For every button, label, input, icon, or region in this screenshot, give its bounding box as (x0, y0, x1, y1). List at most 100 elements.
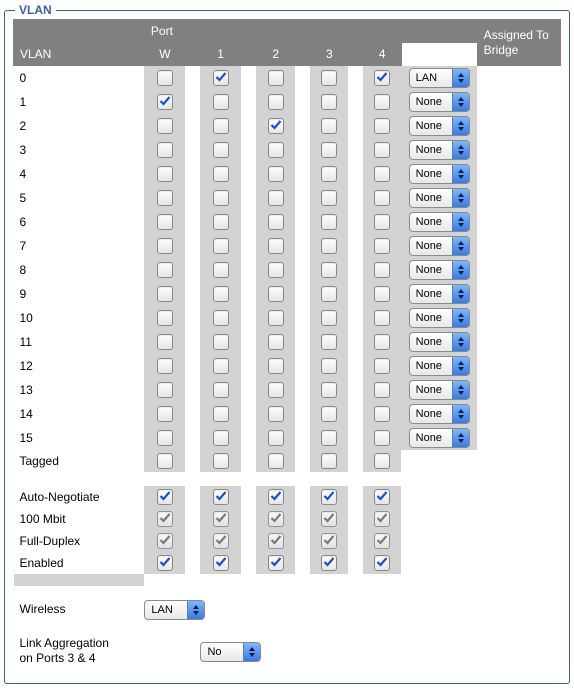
vlan-Tagged-port-2-checkbox[interactable] (268, 453, 284, 469)
vlan-8-port-1-checkbox[interactable] (213, 262, 229, 278)
vlan-Tagged-port-3-checkbox[interactable] (321, 453, 337, 469)
vlan-14-port-1-checkbox[interactable] (213, 406, 229, 422)
vlan-Tagged-port-W-checkbox[interactable] (157, 453, 173, 469)
bridge-select-0[interactable]: LAN (409, 68, 470, 88)
vlan-2-port-2-checkbox[interactable] (268, 118, 284, 134)
vlan-5-port-3-checkbox[interactable] (321, 190, 337, 206)
enabled-port-2-checkbox[interactable] (268, 555, 284, 571)
auto-negotiate-port-3-checkbox[interactable] (321, 489, 337, 505)
vlan-Tagged-port-1-checkbox[interactable] (213, 453, 229, 469)
vlan-15-port-2-checkbox[interactable] (268, 430, 284, 446)
bridge-select-11[interactable]: None (409, 332, 470, 352)
vlan-9-port-4-checkbox[interactable] (374, 286, 390, 302)
vlan-13-port-2-checkbox[interactable] (268, 382, 284, 398)
vlan-11-port-1-checkbox[interactable] (213, 334, 229, 350)
enabled-port-3-checkbox[interactable] (321, 555, 337, 571)
auto-negotiate-port-2-checkbox[interactable] (268, 489, 284, 505)
vlan-11-port-3-checkbox[interactable] (321, 334, 337, 350)
vlan-12-port-4-checkbox[interactable] (374, 358, 390, 374)
vlan-7-port-W-checkbox[interactable] (157, 238, 173, 254)
vlan-9-port-1-checkbox[interactable] (213, 286, 229, 302)
vlan-3-port-2-checkbox[interactable] (268, 142, 284, 158)
vlan-Tagged-port-4-checkbox[interactable] (374, 453, 390, 469)
bridge-select-6[interactable]: None (409, 212, 470, 232)
vlan-15-port-4-checkbox[interactable] (374, 430, 390, 446)
vlan-10-port-1-checkbox[interactable] (213, 310, 229, 326)
vlan-8-port-W-checkbox[interactable] (157, 262, 173, 278)
enabled-port-1-checkbox[interactable] (213, 555, 229, 571)
vlan-3-port-4-checkbox[interactable] (374, 142, 390, 158)
wireless-select[interactable]: LAN (144, 600, 205, 620)
vlan-4-port-3-checkbox[interactable] (321, 166, 337, 182)
vlan-5-port-W-checkbox[interactable] (157, 190, 173, 206)
vlan-6-port-3-checkbox[interactable] (321, 214, 337, 230)
bridge-select-14[interactable]: None (409, 404, 470, 424)
enabled-port-4-checkbox[interactable] (374, 555, 390, 571)
auto-negotiate-port-1-checkbox[interactable] (213, 489, 229, 505)
vlan-0-port-4-checkbox[interactable] (374, 70, 390, 86)
vlan-8-port-3-checkbox[interactable] (321, 262, 337, 278)
vlan-7-port-2-checkbox[interactable] (268, 238, 284, 254)
vlan-5-port-1-checkbox[interactable] (213, 190, 229, 206)
vlan-15-port-1-checkbox[interactable] (213, 430, 229, 446)
vlan-6-port-1-checkbox[interactable] (213, 214, 229, 230)
vlan-0-port-2-checkbox[interactable] (268, 70, 284, 86)
vlan-3-port-W-checkbox[interactable] (157, 142, 173, 158)
vlan-14-port-4-checkbox[interactable] (374, 406, 390, 422)
bridge-select-12[interactable]: None (409, 356, 470, 376)
bridge-select-7[interactable]: None (409, 236, 470, 256)
bridge-select-4[interactable]: None (409, 164, 470, 184)
vlan-2-port-4-checkbox[interactable] (374, 118, 390, 134)
link-aggregation-select[interactable]: No (200, 642, 261, 662)
vlan-6-port-2-checkbox[interactable] (268, 214, 284, 230)
vlan-4-port-2-checkbox[interactable] (268, 166, 284, 182)
vlan-14-port-2-checkbox[interactable] (268, 406, 284, 422)
vlan-7-port-4-checkbox[interactable] (374, 238, 390, 254)
vlan-7-port-3-checkbox[interactable] (321, 238, 337, 254)
vlan-14-port-W-checkbox[interactable] (157, 406, 173, 422)
vlan-8-port-2-checkbox[interactable] (268, 262, 284, 278)
vlan-1-port-W-checkbox[interactable] (157, 94, 173, 110)
vlan-13-port-4-checkbox[interactable] (374, 382, 390, 398)
vlan-6-port-4-checkbox[interactable] (374, 214, 390, 230)
vlan-0-port-3-checkbox[interactable] (321, 70, 337, 86)
vlan-10-port-2-checkbox[interactable] (268, 310, 284, 326)
bridge-select-13[interactable]: None (409, 380, 470, 400)
bridge-select-1[interactable]: None (409, 92, 470, 112)
vlan-1-port-4-checkbox[interactable] (374, 94, 390, 110)
vlan-11-port-2-checkbox[interactable] (268, 334, 284, 350)
vlan-13-port-3-checkbox[interactable] (321, 382, 337, 398)
vlan-6-port-W-checkbox[interactable] (157, 214, 173, 230)
vlan-2-port-3-checkbox[interactable] (321, 118, 337, 134)
vlan-14-port-3-checkbox[interactable] (321, 406, 337, 422)
vlan-3-port-1-checkbox[interactable] (213, 142, 229, 158)
bridge-select-9[interactable]: None (409, 284, 470, 304)
auto-negotiate-port-W-checkbox[interactable] (157, 489, 173, 505)
vlan-4-port-4-checkbox[interactable] (374, 166, 390, 182)
vlan-13-port-1-checkbox[interactable] (213, 382, 229, 398)
vlan-3-port-3-checkbox[interactable] (321, 142, 337, 158)
vlan-12-port-1-checkbox[interactable] (213, 358, 229, 374)
auto-negotiate-port-4-checkbox[interactable] (374, 489, 390, 505)
vlan-15-port-W-checkbox[interactable] (157, 430, 173, 446)
vlan-1-port-1-checkbox[interactable] (213, 94, 229, 110)
vlan-15-port-3-checkbox[interactable] (321, 430, 337, 446)
vlan-7-port-1-checkbox[interactable] (213, 238, 229, 254)
vlan-5-port-2-checkbox[interactable] (268, 190, 284, 206)
vlan-1-port-2-checkbox[interactable] (268, 94, 284, 110)
vlan-9-port-W-checkbox[interactable] (157, 286, 173, 302)
vlan-9-port-3-checkbox[interactable] (321, 286, 337, 302)
vlan-10-port-W-checkbox[interactable] (157, 310, 173, 326)
vlan-11-port-W-checkbox[interactable] (157, 334, 173, 350)
bridge-select-15[interactable]: None (409, 428, 470, 448)
vlan-11-port-4-checkbox[interactable] (374, 334, 390, 350)
vlan-10-port-4-checkbox[interactable] (374, 310, 390, 326)
vlan-5-port-4-checkbox[interactable] (374, 190, 390, 206)
enabled-port-W-checkbox[interactable] (157, 555, 173, 571)
vlan-12-port-3-checkbox[interactable] (321, 358, 337, 374)
bridge-select-2[interactable]: None (409, 116, 470, 136)
bridge-select-3[interactable]: None (409, 140, 470, 160)
vlan-12-port-W-checkbox[interactable] (157, 358, 173, 374)
vlan-8-port-4-checkbox[interactable] (374, 262, 390, 278)
vlan-4-port-1-checkbox[interactable] (213, 166, 229, 182)
